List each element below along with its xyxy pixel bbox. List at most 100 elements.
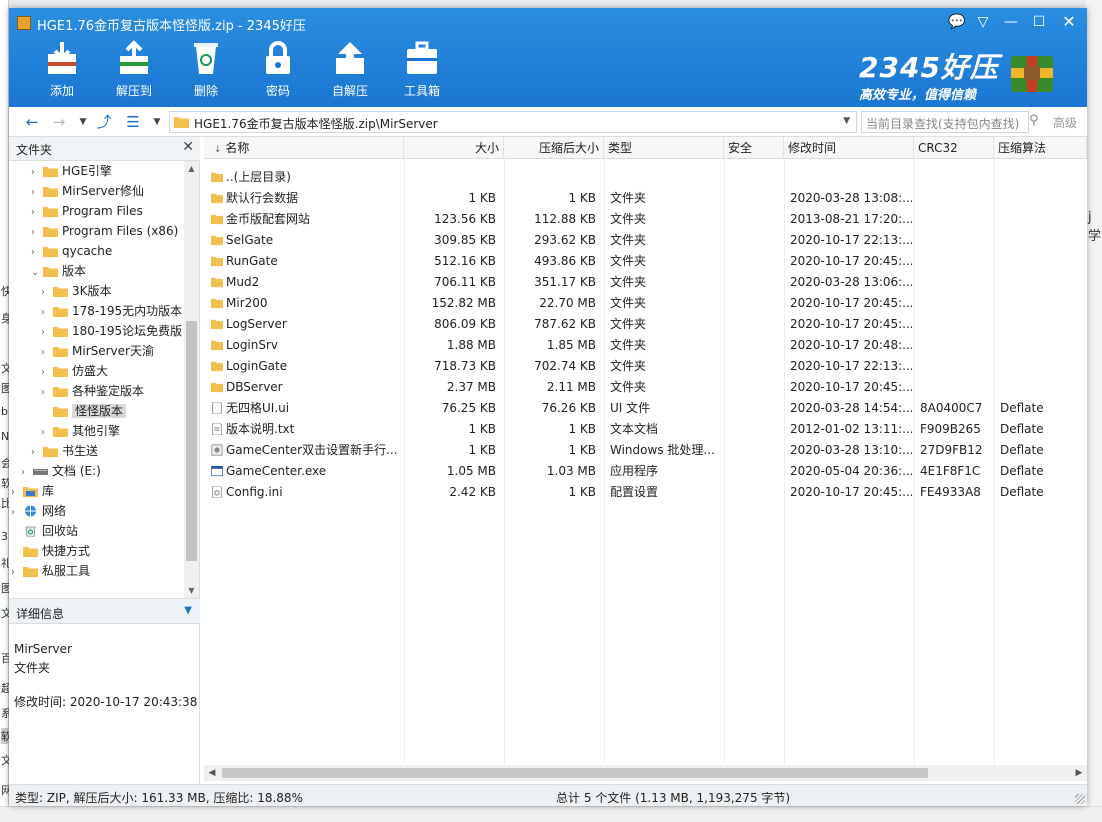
chevron-right-icon[interactable]: › <box>31 163 43 183</box>
toolbar-password-button[interactable]: 密码 <box>248 40 308 102</box>
tree-scrollbar[interactable]: ▲ ▼ <box>184 161 199 598</box>
file-row[interactable]: Config.ini 2.42 KB 1 KB 配置设置 2020-10-17 20:4… <box>204 482 1087 503</box>
chevron-right-icon[interactable]: › <box>41 343 53 363</box>
chevron-down-icon[interactable]: ▼ <box>184 605 192 616</box>
tree-item[interactable]: 快捷方式 <box>11 541 90 561</box>
column-modified[interactable]: 修改时间 <box>784 137 914 159</box>
chevron-right-icon[interactable]: › <box>31 183 43 203</box>
view-dropdown-icon[interactable]: ▼ <box>147 112 167 132</box>
tree-item[interactable]: › Program Files (x86) <box>31 221 178 241</box>
file-row[interactable]: ..(上层目录) <box>204 167 1087 188</box>
history-dropdown-icon[interactable]: ▼ <box>73 112 93 132</box>
toolbar-delete-button[interactable]: 删除 <box>176 40 236 102</box>
scroll-down-icon[interactable]: ▼ <box>184 583 199 598</box>
column-type[interactable]: 类型 <box>604 137 724 159</box>
file-row[interactable]: RunGate 512.16 KB 493.86 KB 文件夹 2020-10-17 2… <box>204 251 1087 272</box>
up-folder-icon[interactable]: ⤴ <box>94 112 114 132</box>
toolbar-add-button[interactable]: 添加 <box>32 40 92 102</box>
chevron-right-icon[interactable]: › <box>11 503 23 523</box>
file-row[interactable]: GameCenter双击设置新手行... 1 KB 1 KB Windows 批处理.… <box>204 440 1087 461</box>
file-row[interactable]: LoginSrv 1.88 MB 1.85 MB 文件夹 2020-10-17 20:4… <box>204 335 1087 356</box>
tree-item[interactable]: 回收站 <box>11 521 78 541</box>
file-row[interactable]: 默认行会数据 1 KB 1 KB 文件夹 2020-03-28 13:08:... <box>204 188 1087 209</box>
feedback-icon[interactable]: 💬 <box>946 11 968 33</box>
file-row[interactable]: SelGate 309.85 KB 293.62 KB 文件夹 2020-10-17 2… <box>204 230 1087 251</box>
file-row[interactable]: DBServer 2.37 MB 2.11 MB 文件夹 2020-10-17 20:4… <box>204 377 1087 398</box>
close-icon[interactable]: ✕ <box>182 139 194 155</box>
search-input[interactable]: 当前目录查找(支持包内查找) <box>861 111 1029 133</box>
menu-icon[interactable]: ▽ <box>972 11 994 33</box>
chevron-right-icon[interactable]: › <box>11 483 23 503</box>
chevron-right-icon[interactable]: › <box>31 223 43 243</box>
tree-item[interactable]: › 书生送 <box>31 441 98 461</box>
column-method[interactable]: 压缩算法 <box>994 137 1087 159</box>
tree-item[interactable]: › qycache <box>31 241 112 261</box>
chevron-right-icon[interactable]: › <box>31 243 43 263</box>
tree-item[interactable]: › MirServer修仙 <box>31 181 144 201</box>
column-size[interactable]: 大小 <box>404 137 504 159</box>
scroll-up-icon[interactable]: ▲ <box>184 161 199 176</box>
tree-item[interactable]: ⌄ 版本 <box>31 261 86 281</box>
chevron-right-icon[interactable]: › <box>41 303 53 323</box>
file-row[interactable]: Mud2 706.11 KB 351.17 KB 文件夹 2020-03-28 13:0… <box>204 272 1087 293</box>
tree-item[interactable]: › 其他引擎 <box>41 421 120 441</box>
back-arrow-icon[interactable]: ← <box>22 112 42 132</box>
tree-item[interactable]: 怪怪版本 <box>41 401 127 421</box>
tree-item[interactable]: › HGE引擎 <box>31 161 112 181</box>
folder-icon <box>43 247 58 257</box>
tree-item[interactable]: › 178-195无内功版本 <box>41 301 182 321</box>
file-row[interactable]: LoginGate 718.73 KB 702.74 KB 文件夹 2020-10-17… <box>204 356 1087 377</box>
chevron-right-icon[interactable]: › <box>31 443 43 463</box>
tree-item[interactable]: › 私服工具 <box>11 561 90 581</box>
search-icon[interactable]: ⚲ <box>1029 113 1039 128</box>
chevron-right-icon[interactable]: › <box>41 423 53 443</box>
tree-item[interactable]: › 各种鉴定版本 <box>41 381 144 401</box>
scroll-left-icon[interactable]: ◀ <box>204 765 220 781</box>
forward-arrow-icon[interactable]: → <box>49 112 69 132</box>
tree-item[interactable]: › 180-195论坛免费版 <box>41 321 182 341</box>
address-bar[interactable]: HGE1.76金币复古版本怪怪版.zip\MirServer ▼ <box>169 111 857 133</box>
scroll-right-icon[interactable]: ▶ <box>1071 765 1087 781</box>
chevron-right-icon[interactable]: › <box>41 383 53 403</box>
maximize-icon[interactable]: ☐ <box>1028 11 1050 33</box>
column-packed-size[interactable]: 压缩后大小 <box>504 137 604 159</box>
tree-item[interactable]: › 3K版本 <box>41 281 112 301</box>
tree-item[interactable]: › MirServer天渝 <box>41 341 154 361</box>
file-row[interactable]: LogServer 806.09 KB 787.62 KB 文件夹 2020-10-17… <box>204 314 1087 335</box>
chevron-right-icon[interactable]: › <box>41 323 53 343</box>
chevron-right-icon[interactable]: › <box>41 363 53 383</box>
details-header[interactable]: 详细信息 ▼ <box>9 598 200 624</box>
file-row[interactable]: GameCenter.exe 1.05 MB 1.03 MB 应用程序 2020-05-… <box>204 461 1087 482</box>
tree-item[interactable]: › 文档 (E:) <box>21 461 101 481</box>
toolbar-toolbox-button[interactable]: 工具箱 <box>392 40 452 102</box>
file-row[interactable]: 金币版配套网站 123.56 KB 112.88 KB 文件夹 2013-08-21 1… <box>204 209 1087 230</box>
chevron-right-icon[interactable]: › <box>31 203 43 223</box>
tree-item[interactable]: › 库 <box>11 481 54 501</box>
chevron-right-icon[interactable]: › <box>21 463 33 483</box>
chevron-right-icon[interactable]: › <box>11 563 23 583</box>
advanced-search-link[interactable]: 高级 <box>1053 114 1077 131</box>
column-crc32[interactable]: CRC32 <box>914 137 994 159</box>
file-row[interactable]: Mir200 152.82 MB 22.70 MB 文件夹 2020-10-17 20:… <box>204 293 1087 314</box>
horizontal-scrollbar[interactable]: ◀ ▶ <box>204 765 1087 781</box>
file-row[interactable]: 无四格UI.ui 76.25 KB 76.26 KB UI 文件 2020-03-28 … <box>204 398 1087 419</box>
resize-grip-icon[interactable] <box>1075 794 1085 804</box>
tree-item[interactable]: › 网络 <box>11 501 66 521</box>
toolbar-self-extract-button[interactable]: 自解压 <box>320 40 380 102</box>
address-dropdown-icon[interactable]: ▼ <box>843 116 850 126</box>
column-name[interactable]: ↓ 名称 <box>204 137 404 159</box>
chevron-down-icon[interactable]: ⌄ <box>31 263 43 283</box>
toolbar-extract-button[interactable]: 解压到 <box>104 40 164 102</box>
tree-item[interactable]: › Program Files <box>31 201 143 221</box>
horizontal-scroll-thumb[interactable] <box>222 768 928 778</box>
file-row[interactable]: 版本说明.txt 1 KB 1 KB 文本文档 2012-01-02 13:11:...… <box>204 419 1087 440</box>
view-list-icon[interactable]: ☰ <box>123 112 143 132</box>
column-security[interactable]: 安全 <box>724 137 784 159</box>
tree-item-label: Program Files (x86) <box>62 224 179 238</box>
close-icon[interactable]: ✕ <box>1058 11 1080 33</box>
drive-icon <box>33 469 48 475</box>
tree-item[interactable]: › 仿盛大 <box>41 361 108 381</box>
minimize-icon[interactable]: — <box>1000 11 1022 33</box>
scroll-thumb[interactable] <box>186 321 197 561</box>
chevron-right-icon[interactable]: › <box>41 283 53 303</box>
